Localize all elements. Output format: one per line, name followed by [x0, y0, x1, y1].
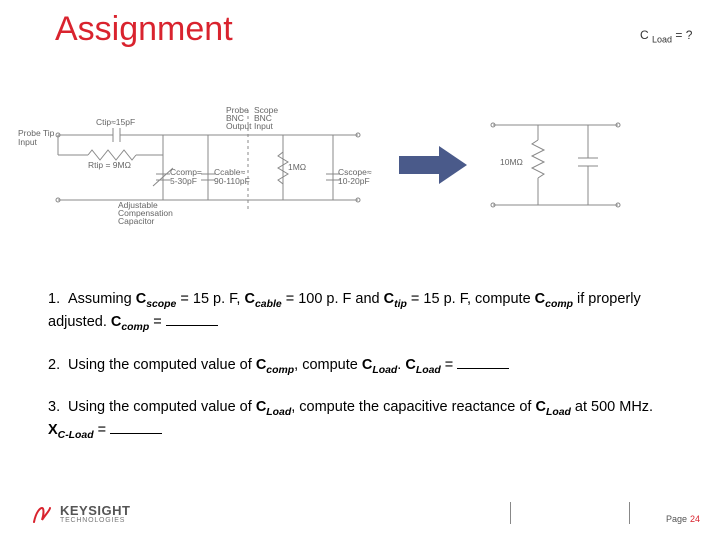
logo-name: KEYSIGHT [60, 504, 130, 517]
question-3: 3.Using the computed value of CLoad, com… [48, 398, 672, 443]
question-2: 2.Using the computed value of Ccomp, com… [48, 355, 672, 378]
footer: KEYSIGHT TECHNOLOGIES Page24 [30, 490, 700, 530]
circuit-simplified: 10MΩ [478, 110, 628, 220]
ccomp-label: Ccomp=5-30pF [170, 167, 202, 186]
slide-title: Assignment [55, 10, 233, 49]
keysight-logo: KEYSIGHT TECHNOLOGIES [30, 502, 130, 526]
circuit-detailed: Probe TipInput Ctip≈15pF Rtip = 9MΩ Adju… [18, 100, 383, 230]
slide: Assignment [0, 0, 720, 540]
page-number: Page24 [666, 514, 700, 524]
ccable-label: Ccable≈90-110pF [214, 167, 250, 186]
rtip-label: Rtip = 9MΩ [88, 160, 131, 170]
keysight-mark-icon [30, 502, 54, 526]
ctip-label: Ctip≈15pF [96, 117, 135, 127]
scope-bnc-label: ScopeBNCInput [254, 105, 278, 131]
question-list: 1.Assuming Cscope = 15 p. F, Ccable = 10… [48, 290, 672, 463]
r10m-label: 10MΩ [500, 157, 523, 167]
diagram-row: Probe TipInput Ctip≈15pF Rtip = 9MΩ Adju… [18, 95, 670, 235]
cscope-label: Cscope≈10-20pF [338, 167, 372, 186]
footer-dividers [510, 502, 630, 524]
adj-cap-label: AdjustableCompensationCapacitor [118, 200, 173, 226]
logo-sub: TECHNOLOGIES [60, 517, 130, 524]
question-1: 1.Assuming Cscope = 15 p. F, Ccable = 10… [48, 290, 672, 335]
c-load-equals-unknown: C Load = ? [640, 28, 692, 44]
rscope-label: 1MΩ [288, 162, 306, 172]
probe-tip-label: Probe TipInput [18, 128, 55, 147]
arrow-icon [383, 135, 478, 195]
